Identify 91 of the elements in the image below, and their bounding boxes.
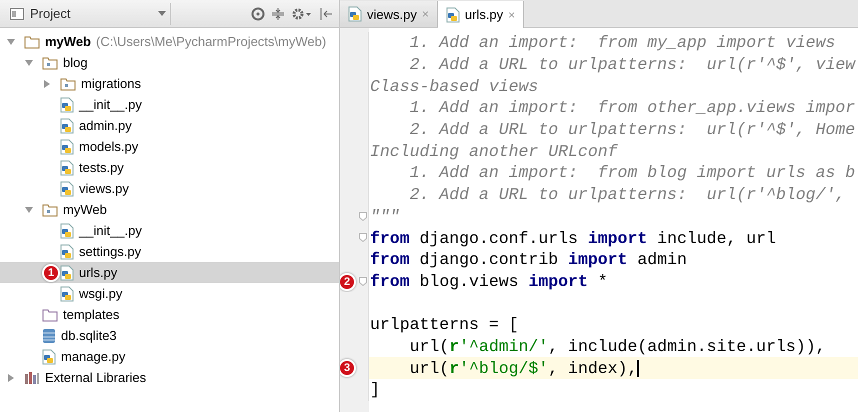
file-name: __init__.py [79,223,142,238]
python-file-icon [60,138,74,154]
python-file-icon [60,160,74,176]
code-line: ] [369,380,380,400]
code-line: 1. Add an import: from my_app import views [408,33,836,52]
hide-panel-icon[interactable] [319,6,333,20]
tree-row[interactable]: wsgi.py [0,283,339,304]
code-line: from django.contrib import admin [369,250,687,270]
project-path: (C:\Users\Me\PycharmProjects\myWeb) [96,34,326,49]
code-editor[interactable] [340,28,858,412]
package-folder-icon [60,76,76,90]
file-name: blog [63,55,88,70]
file-name: tests.py [79,160,124,175]
tree-row[interactable]: tests.py [0,157,339,178]
tree-row[interactable]: myWeb [0,199,339,220]
tree-row[interactable]: blog [0,52,339,73]
file-name: settings.py [79,244,142,259]
number-badge: 3 [340,359,356,378]
python-file-icon [60,180,74,196]
dropdown-caret-icon [158,11,166,16]
tree-row[interactable]: db.sqlite3 [0,325,339,346]
tree-row[interactable]: __init__.py [0,220,339,241]
python-file-icon [348,6,362,22]
tree-row[interactable]: models.py [0,136,339,157]
file-name: db.sqlite3 [61,328,117,343]
database-icon [42,328,56,344]
tree-row[interactable]: migrations [0,73,339,94]
library-icon [24,370,40,384]
package-folder-icon [42,56,58,70]
tree-row[interactable]: myWeb (C:\Users\Me\PycharmProjects\myWeb) [0,31,339,52]
tree-row[interactable]: views.py [0,178,339,199]
python-file-icon [60,286,74,302]
file-name: myWeb [63,202,107,217]
tree-row[interactable]: manage.py [0,346,339,367]
tree-row[interactable]: admin.py [0,115,339,136]
tree-row[interactable]: templates [0,304,339,325]
code-line: 2. Add a URL to urlpatterns: url(r'^$', view [408,55,856,74]
python-file-icon [60,222,74,238]
file-name: views.py [79,181,129,196]
file-name: templates [63,307,120,322]
python-file-icon [60,244,74,260]
code-line: Class-based views [369,76,538,96]
file-name: myWeb [45,34,91,49]
code-line: 1. Add an import: from blog import urls as b [408,163,856,182]
file-name: External Libraries [45,370,146,385]
file-name: wsgi.py [79,286,122,301]
code-line: 2. Add a URL to urlpatterns: url(r'^blog/', [408,185,846,204]
code-line: urlpatterns = [ [369,315,519,334]
fold-marker-icon[interactable] [359,212,367,220]
code-line: url(r'^blog/$', index), [408,358,640,378]
code-line: Including another URLconf [369,142,618,161]
file-name: models.py [79,139,138,154]
folder-icon [24,34,40,48]
project-icon [10,8,24,20]
code-line: 2. Add a URL to urlpatterns: url(r'^$', Home [408,120,856,140]
collapsed-arrow-icon[interactable] [6,372,16,382]
code-line: """ [369,206,400,226]
file-name: admin.py [79,118,132,133]
file-name: manage.py [61,349,126,364]
code-line: from blog.views import * [369,272,608,291]
collapse-all-icon[interactable] [271,6,285,20]
python-file-icon [60,264,74,280]
tree-row[interactable]: settings.py [0,241,339,262]
package-folder-icon [42,202,58,216]
folder-icon [42,308,58,322]
text-caret [637,360,640,377]
expanded-arrow-icon[interactable] [6,36,16,46]
selected-tree-row[interactable]: 1 urls.py [0,262,339,283]
fold-marker-icon[interactable] [359,233,367,242]
python-file-icon [60,118,74,134]
python-file-icon [60,96,74,112]
number-badge: 1 [42,264,60,282]
file-name: urls.py [79,265,118,280]
locate-icon[interactable] [251,6,265,20]
code-line: url(r'^admin/', include(admin.site.urls)), [408,336,826,356]
editor-tab[interactable]: views.py × [340,1,438,27]
tree-row[interactable]: External Libraries [0,367,339,388]
file-name: migrations [81,76,141,91]
code-line: from django.conf.urls import include, url [369,228,776,248]
python-file-icon [42,348,56,364]
expanded-arrow-icon[interactable] [24,58,34,68]
editor-tab[interactable]: urls.py × [438,1,524,28]
file-name: __init__.py [79,97,142,112]
fold-marker-icon[interactable] [359,276,367,286]
tree-row[interactable]: __init__.py [0,94,339,115]
collapsed-arrow-icon[interactable] [42,78,52,88]
number-badge: 2 [340,272,356,291]
expanded-arrow-icon[interactable] [24,204,34,214]
code-line: 1. Add an import: from other_app.views impor [408,98,856,118]
settings-icon[interactable] [291,6,313,20]
python-file-icon [446,6,460,22]
